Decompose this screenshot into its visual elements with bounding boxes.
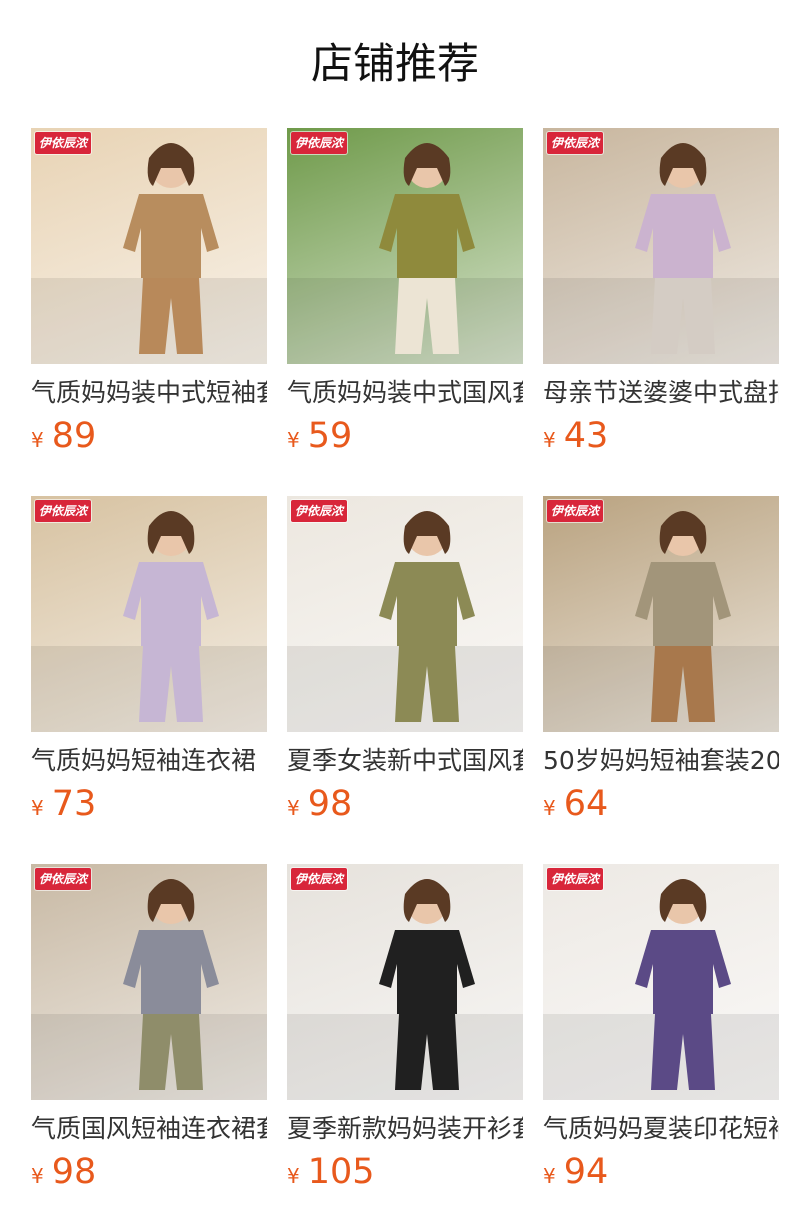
product-card[interactable]: 伊依辰浓气质妈妈短袖连衣裙 ¥73	[31, 496, 267, 824]
product-name[interactable]: 气质国风短袖连衣裙套装	[31, 1112, 267, 1146]
product-card[interactable]: 伊依辰浓气质妈妈装中式短袖套装 ¥89	[31, 128, 267, 456]
product-price: ¥73	[31, 784, 267, 824]
price-value: 94	[563, 1152, 609, 1192]
product-image[interactable]: 伊依辰浓	[287, 496, 523, 732]
model-figure	[543, 143, 779, 364]
brand-badge: 伊依辰浓	[291, 132, 348, 154]
product-card[interactable]: 伊依辰浓气质妈妈装中式国风套装 ¥59	[287, 128, 523, 456]
product-name[interactable]: 气质妈妈装中式国风套装	[287, 376, 523, 410]
brand-badge: 伊依辰浓	[547, 500, 604, 522]
brand-badge: 伊依辰浓	[547, 132, 604, 154]
model-figure	[287, 143, 523, 364]
model-figure	[31, 879, 267, 1100]
product-grid: 伊依辰浓气质妈妈装中式短袖套装¥89伊依辰浓气质妈妈装中式国风套装¥59伊依辰浓…	[0, 0, 790, 1232]
product-name[interactable]: 气质妈妈短袖连衣裙	[31, 744, 267, 778]
currency-symbol: ¥	[543, 796, 556, 820]
currency-symbol: ¥	[543, 1164, 556, 1188]
product-image[interactable]: 伊依辰浓	[543, 128, 779, 364]
model-figure	[543, 879, 779, 1100]
product-image[interactable]: 伊依辰浓	[543, 496, 779, 732]
price-value: 43	[563, 416, 609, 456]
model-figure	[287, 511, 523, 732]
product-image[interactable]: 伊依辰浓	[287, 128, 523, 364]
currency-symbol: ¥	[31, 1164, 44, 1188]
brand-badge: 伊依辰浓	[35, 868, 92, 890]
product-name[interactable]: 母亲节送婆婆中式盘扣上衣	[543, 376, 779, 410]
currency-symbol: ¥	[31, 428, 44, 452]
currency-symbol: ¥	[287, 1164, 300, 1188]
price-value: 98	[307, 784, 353, 824]
brand-badge: 伊依辰浓	[291, 500, 348, 522]
product-name[interactable]: 夏季新款妈妈装开衫套装	[287, 1112, 523, 1146]
price-value: 105	[307, 1152, 375, 1192]
price-value: 98	[51, 1152, 97, 1192]
product-name[interactable]: 气质妈妈夏装印花短袖连衣裙	[543, 1112, 779, 1146]
model-figure	[287, 879, 523, 1100]
price-value: 89	[51, 416, 97, 456]
product-card[interactable]: 伊依辰浓夏季女装新中式国风套装 ¥98	[287, 496, 523, 824]
product-card[interactable]: 伊依辰浓气质妈妈夏装印花短袖连衣裙 ¥94	[543, 864, 779, 1192]
product-card[interactable]: 伊依辰浓母亲节送婆婆中式盘扣上衣 ¥43	[543, 128, 779, 456]
product-image[interactable]: 伊依辰浓	[287, 864, 523, 1100]
product-name[interactable]: 50岁妈妈短袖套装2024	[543, 744, 779, 778]
model-figure	[543, 511, 779, 732]
product-price: ¥94	[543, 1152, 779, 1192]
brand-badge: 伊依辰浓	[291, 868, 348, 890]
product-card[interactable]: 伊依辰浓夏季新款妈妈装开衫套装 ¥105	[287, 864, 523, 1192]
currency-symbol: ¥	[543, 428, 556, 452]
product-image[interactable]: 伊依辰浓	[31, 496, 267, 732]
product-name[interactable]: 气质妈妈装中式短袖套装	[31, 376, 267, 410]
product-image[interactable]: 伊依辰浓	[31, 128, 267, 364]
brand-badge: 伊依辰浓	[35, 500, 92, 522]
product-card[interactable]: 伊依辰浓气质国风短袖连衣裙套装 ¥98	[31, 864, 267, 1192]
product-image[interactable]: 伊依辰浓	[543, 864, 779, 1100]
price-value: 64	[563, 784, 609, 824]
product-price: ¥89	[31, 416, 267, 456]
product-price: ¥64	[543, 784, 779, 824]
currency-symbol: ¥	[287, 796, 300, 820]
product-price: ¥43	[543, 416, 779, 456]
product-price: ¥105	[287, 1152, 523, 1192]
product-image[interactable]: 伊依辰浓	[31, 864, 267, 1100]
product-card[interactable]: 伊依辰浓 50岁妈妈短袖套装2024 ¥64	[543, 496, 779, 824]
currency-symbol: ¥	[287, 428, 300, 452]
product-name[interactable]: 夏季女装新中式国风套装	[287, 744, 523, 778]
product-price: ¥59	[287, 416, 523, 456]
price-value: 73	[51, 784, 97, 824]
model-figure	[31, 143, 267, 364]
product-price: ¥98	[287, 784, 523, 824]
price-value: 59	[307, 416, 353, 456]
brand-badge: 伊依辰浓	[547, 868, 604, 890]
model-figure	[31, 511, 267, 732]
brand-badge: 伊依辰浓	[35, 132, 92, 154]
currency-symbol: ¥	[31, 796, 44, 820]
product-price: ¥98	[31, 1152, 267, 1192]
